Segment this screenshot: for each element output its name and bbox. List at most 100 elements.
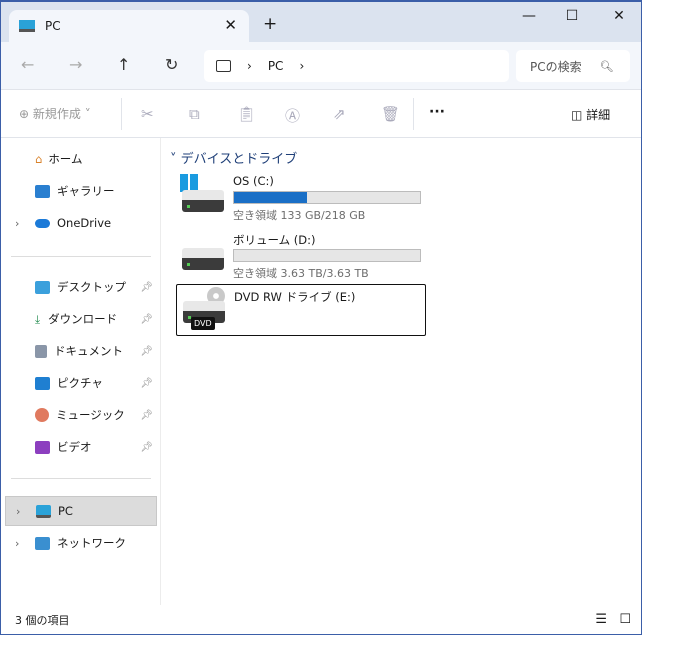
- label: PC: [58, 504, 73, 518]
- label: ビデオ: [57, 440, 92, 454]
- navigation-pane: ⌂ ホーム ギャラリー › OneDrive デスクトップ 📌︎ ⤓ ダウンロード 📌︎ …: [1, 138, 161, 605]
- sidebar-item-onedrive[interactable]: › OneDrive: [5, 208, 157, 238]
- delete-icon[interactable]: 🗑︎: [381, 105, 400, 123]
- sidebar-item-pictures[interactable]: ピクチャ 📌︎: [5, 368, 157, 398]
- label: ミュージック: [56, 408, 125, 422]
- video-icon: [35, 440, 50, 454]
- copy-icon[interactable]: ⧉: [189, 105, 200, 123]
- hard-drive-icon: [182, 190, 224, 212]
- sidebar-item-home[interactable]: ⌂ ホーム: [5, 144, 157, 174]
- group-header-devices[interactable]: ˅ デバイスとドライブ: [170, 148, 297, 167]
- search-icon: 🔍︎: [599, 59, 614, 73]
- drive-e[interactable]: DVD DVD RW ドライブ (E:): [176, 284, 426, 336]
- group-title: デバイスとドライブ: [180, 152, 298, 167]
- tiles-view-icon[interactable]: ☐: [619, 612, 631, 627]
- sidebar-item-music[interactable]: ミュージック 📌︎: [5, 400, 157, 430]
- label: ダウンロード: [48, 312, 118, 326]
- details-label: 詳細: [586, 108, 611, 122]
- monitor-icon: [19, 20, 35, 32]
- new-label: 新規作成: [32, 107, 81, 121]
- title-bar: PC ✕ + — ☐ ✕: [1, 2, 641, 42]
- pin-icon[interactable]: 📌︎: [140, 410, 153, 421]
- sidebar-item-gallery[interactable]: ギャラリー: [5, 176, 157, 206]
- pictures-icon: [35, 376, 50, 390]
- usage-bar: [233, 191, 421, 204]
- details-view-icon[interactable]: ☰: [595, 612, 607, 627]
- drive-name: ボリューム (D:): [233, 233, 316, 247]
- download-icon: ⤓: [35, 311, 41, 326]
- pin-icon[interactable]: 📌︎: [140, 378, 153, 389]
- forward-button[interactable]: →: [69, 55, 82, 74]
- item-count: 3 個の項目: [15, 613, 70, 627]
- pin-icon[interactable]: 📌︎: [140, 442, 153, 453]
- minimize-button[interactable]: —: [514, 8, 544, 24]
- divider: [121, 98, 122, 130]
- document-icon: [35, 344, 47, 358]
- status-bar: 3 個の項目 ☰ ☐: [1, 605, 641, 634]
- network-icon: [35, 536, 50, 550]
- gallery-icon: [35, 184, 50, 198]
- refresh-button[interactable]: ↻: [165, 55, 178, 74]
- up-button[interactable]: ↑: [117, 55, 130, 74]
- tab-title: PC: [45, 19, 61, 33]
- chevron-right-icon: ›: [247, 59, 252, 73]
- drive-name: OS (C:): [233, 174, 274, 188]
- label: デスクトップ: [57, 280, 126, 294]
- sidebar-item-videos[interactable]: ビデオ 📌︎: [5, 432, 157, 462]
- drive-name: DVD RW ドライブ (E:): [234, 290, 356, 304]
- divider: [11, 256, 151, 257]
- hard-drive-icon: [182, 248, 224, 270]
- sidebar-item-network[interactable]: › ネットワーク: [5, 528, 157, 558]
- cut-icon[interactable]: ✂: [141, 105, 154, 123]
- chevron-right-icon[interactable]: ›: [16, 505, 20, 518]
- usage-bar: [233, 249, 421, 262]
- monitor-icon: [36, 504, 51, 518]
- back-button[interactable]: ←: [21, 55, 34, 74]
- share-icon[interactable]: ⇗: [333, 105, 346, 123]
- label: ピクチャ: [57, 376, 103, 390]
- cloud-icon: [35, 218, 50, 228]
- command-bar: ⊕ 新規作成 ˅ ✂ ⧉ 📋︎ Ⓐ ⇗ 🗑︎ ··· ◫ 詳細: [1, 90, 641, 138]
- chevron-down-icon: ˅: [170, 152, 181, 167]
- label: ネットワーク: [57, 536, 126, 550]
- desktop-icon: [35, 280, 50, 294]
- divider: [11, 478, 151, 479]
- drive-c[interactable]: OS (C:) 空き領域 133 GB/218 GB: [176, 170, 426, 222]
- paste-icon[interactable]: 📋︎: [237, 105, 256, 123]
- dvd-badge: DVD: [191, 317, 215, 330]
- sidebar-item-downloads[interactable]: ⤓ ダウンロード 📌︎: [5, 304, 157, 334]
- sidebar-item-documents[interactable]: ドキュメント 📌︎: [5, 336, 157, 366]
- label: OneDrive: [57, 216, 112, 230]
- music-icon: [35, 408, 49, 422]
- breadcrumb-pc[interactable]: PC: [268, 59, 284, 73]
- sidebar-item-desktop[interactable]: デスクトップ 📌︎: [5, 272, 157, 302]
- rename-icon[interactable]: Ⓐ: [285, 105, 300, 126]
- chevron-right-icon[interactable]: ›: [15, 217, 19, 230]
- new-button[interactable]: ⊕ 新規作成 ˅: [19, 105, 91, 122]
- chevron-right-icon[interactable]: ›: [299, 59, 304, 73]
- address-input[interactable]: › PC ›: [204, 50, 509, 82]
- drive-d[interactable]: ボリューム (D:) 空き領域 3.63 TB/3.63 TB: [176, 228, 426, 280]
- search-input[interactable]: PCの検索 🔍︎: [516, 50, 630, 82]
- label: ギャラリー: [57, 184, 115, 198]
- content-pane: ˅ デバイスとドライブ OS (C:) 空き領域 133 GB/218 GB ボ…: [162, 138, 641, 605]
- details-pane-icon: ◫: [571, 108, 583, 122]
- close-tab-icon[interactable]: ✕: [224, 16, 237, 34]
- pin-icon[interactable]: 📌︎: [140, 282, 153, 293]
- sidebar-item-pc[interactable]: › PC: [5, 496, 157, 526]
- new-tab-button[interactable]: +: [263, 14, 277, 34]
- chevron-right-icon[interactable]: ›: [15, 537, 19, 550]
- details-button[interactable]: ◫ 詳細: [571, 106, 610, 123]
- home-icon: ⌂: [35, 152, 43, 166]
- label: ドキュメント: [54, 344, 123, 358]
- free-space: 空き領域 3.63 TB/3.63 TB: [233, 267, 369, 280]
- usage-fill: [234, 192, 307, 203]
- close-button[interactable]: ✕: [604, 8, 634, 24]
- label: ホーム: [48, 152, 83, 166]
- tab-pc[interactable]: PC ✕: [9, 10, 249, 42]
- more-options-icon[interactable]: ···: [429, 104, 445, 120]
- address-bar-row: ← → ↑ ↻ › PC › PCの検索 🔍︎: [1, 42, 641, 90]
- pin-icon[interactable]: 📌︎: [140, 346, 153, 357]
- pin-icon[interactable]: 📌︎: [140, 314, 153, 325]
- maximize-button[interactable]: ☐: [557, 8, 587, 24]
